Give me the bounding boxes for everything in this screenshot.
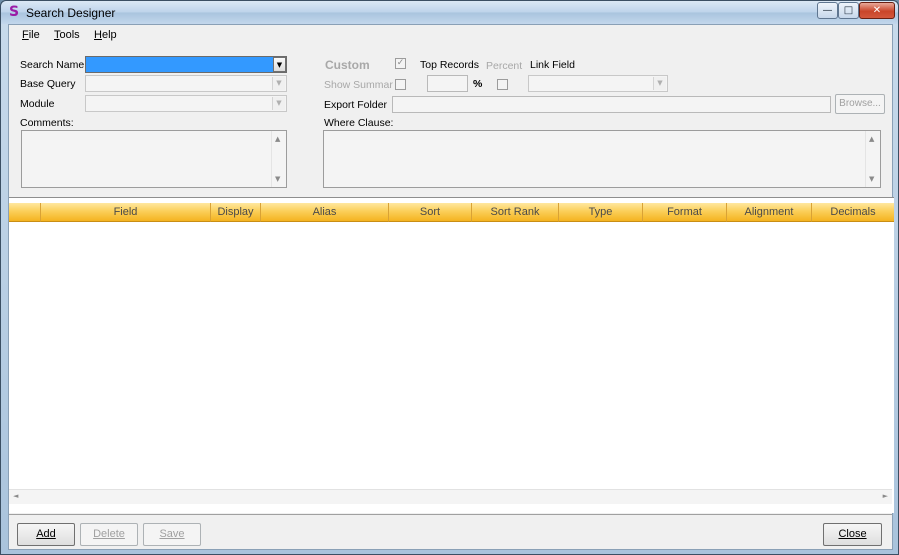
- fields-grid[interactable]: Field Display Alias Sort Sort Rank Type …: [9, 197, 894, 513]
- scroll-up-icon[interactable]: ▲: [869, 135, 874, 143]
- add-button-label: Add: [36, 528, 56, 540]
- save-button-label: Save: [159, 528, 185, 540]
- export-folder-input[interactable]: [392, 96, 831, 113]
- chevron-down-icon[interactable]: ▼: [272, 97, 285, 110]
- grid-column-header-type[interactable]: Type: [559, 203, 643, 222]
- grid-column-header-alignment[interactable]: Alignment: [727, 203, 812, 222]
- link-field-label: Link Field: [530, 59, 575, 71]
- search-name-combo[interactable]: ▼: [85, 56, 287, 73]
- menu-help[interactable]: Help: [94, 29, 117, 41]
- percent-checkbox[interactable]: [497, 79, 508, 90]
- maximize-button[interactable]: □: [838, 2, 859, 19]
- percent-sign: %: [473, 78, 483, 90]
- base-query-label: Base Query: [20, 78, 76, 90]
- minimize-button[interactable]: —: [817, 2, 838, 19]
- percent-label: Percent: [486, 60, 523, 72]
- search-name-label: Search Name: [20, 59, 85, 71]
- chevron-down-icon[interactable]: ▼: [273, 57, 286, 72]
- menu-bar: File Tools Help: [9, 25, 892, 46]
- add-button[interactable]: Add: [17, 523, 75, 546]
- show-summary-checkbox[interactable]: [395, 79, 406, 90]
- delete-button[interactable]: Delete: [80, 523, 138, 546]
- custom-checkbox[interactable]: ✓: [395, 58, 406, 69]
- top-records-input[interactable]: [427, 75, 468, 92]
- top-records-label: Top Records: [420, 59, 479, 71]
- grid-column-header-decimals[interactable]: Decimals: [812, 203, 894, 222]
- base-query-combo[interactable]: ▼: [85, 75, 287, 92]
- grid-horizontal-scrollbar[interactable]: ◄ ►: [9, 489, 892, 504]
- menu-file[interactable]: File: [22, 29, 40, 41]
- close-button[interactable]: Close: [823, 523, 882, 546]
- show-summary-label: Show Summar: [324, 79, 393, 91]
- scroll-down-icon[interactable]: ▼: [869, 175, 874, 183]
- chevron-down-icon[interactable]: ▼: [272, 77, 285, 90]
- browse-button[interactable]: Browse...: [835, 94, 885, 114]
- where-clause-scrollbar[interactable]: ▲ ▼: [865, 131, 880, 187]
- grid-column-header-sort[interactable]: Sort: [389, 203, 472, 222]
- grid-column-header-field[interactable]: Field: [41, 203, 211, 222]
- footer-bar: Add Delete Save Close: [9, 514, 892, 546]
- window-title: Search Designer: [26, 6, 116, 20]
- grid-column-header-alias[interactable]: Alias: [261, 203, 389, 222]
- app-icon: S: [8, 4, 20, 20]
- scroll-down-icon[interactable]: ▼: [275, 175, 280, 183]
- grid-column-header-display[interactable]: Display: [211, 203, 261, 222]
- where-clause-label: Where Clause:: [324, 117, 394, 129]
- chevron-down-icon[interactable]: ▼: [653, 77, 666, 90]
- custom-label: Custom: [325, 58, 370, 72]
- title-bar[interactable]: S Search Designer — □ ✕: [1, 1, 898, 24]
- where-clause-textarea[interactable]: ▲ ▼: [323, 130, 881, 188]
- comments-scrollbar[interactable]: ▲ ▼: [271, 131, 286, 187]
- save-button[interactable]: Save: [143, 523, 201, 546]
- grid-column-header-sort-rank[interactable]: Sort Rank: [472, 203, 559, 222]
- comments-label: Comments:: [20, 117, 74, 129]
- close-window-button[interactable]: ✕: [859, 2, 895, 19]
- scroll-up-icon[interactable]: ▲: [275, 135, 280, 143]
- menu-tools[interactable]: Tools: [54, 29, 80, 41]
- module-label: Module: [20, 98, 55, 110]
- client-area: File Tools Help Search Name ▼ Base Query…: [8, 24, 894, 550]
- grid-header: Field Display Alias Sort Sort Rank Type …: [9, 203, 894, 222]
- export-folder-label: Export Folder: [324, 99, 388, 111]
- module-combo[interactable]: ▼: [85, 95, 287, 112]
- delete-button-label: Delete: [93, 528, 125, 540]
- link-field-combo[interactable]: ▼: [528, 75, 668, 92]
- scroll-right-icon[interactable]: ►: [883, 492, 888, 500]
- comments-textarea[interactable]: ▲ ▼: [21, 130, 287, 188]
- close-button-label: Close: [838, 528, 867, 540]
- grid-column-header-selector[interactable]: [9, 203, 41, 222]
- search-designer-window: S Search Designer — □ ✕ File Tools Help …: [0, 0, 899, 555]
- scroll-left-icon[interactable]: ◄: [13, 492, 18, 500]
- grid-column-header-format[interactable]: Format: [643, 203, 727, 222]
